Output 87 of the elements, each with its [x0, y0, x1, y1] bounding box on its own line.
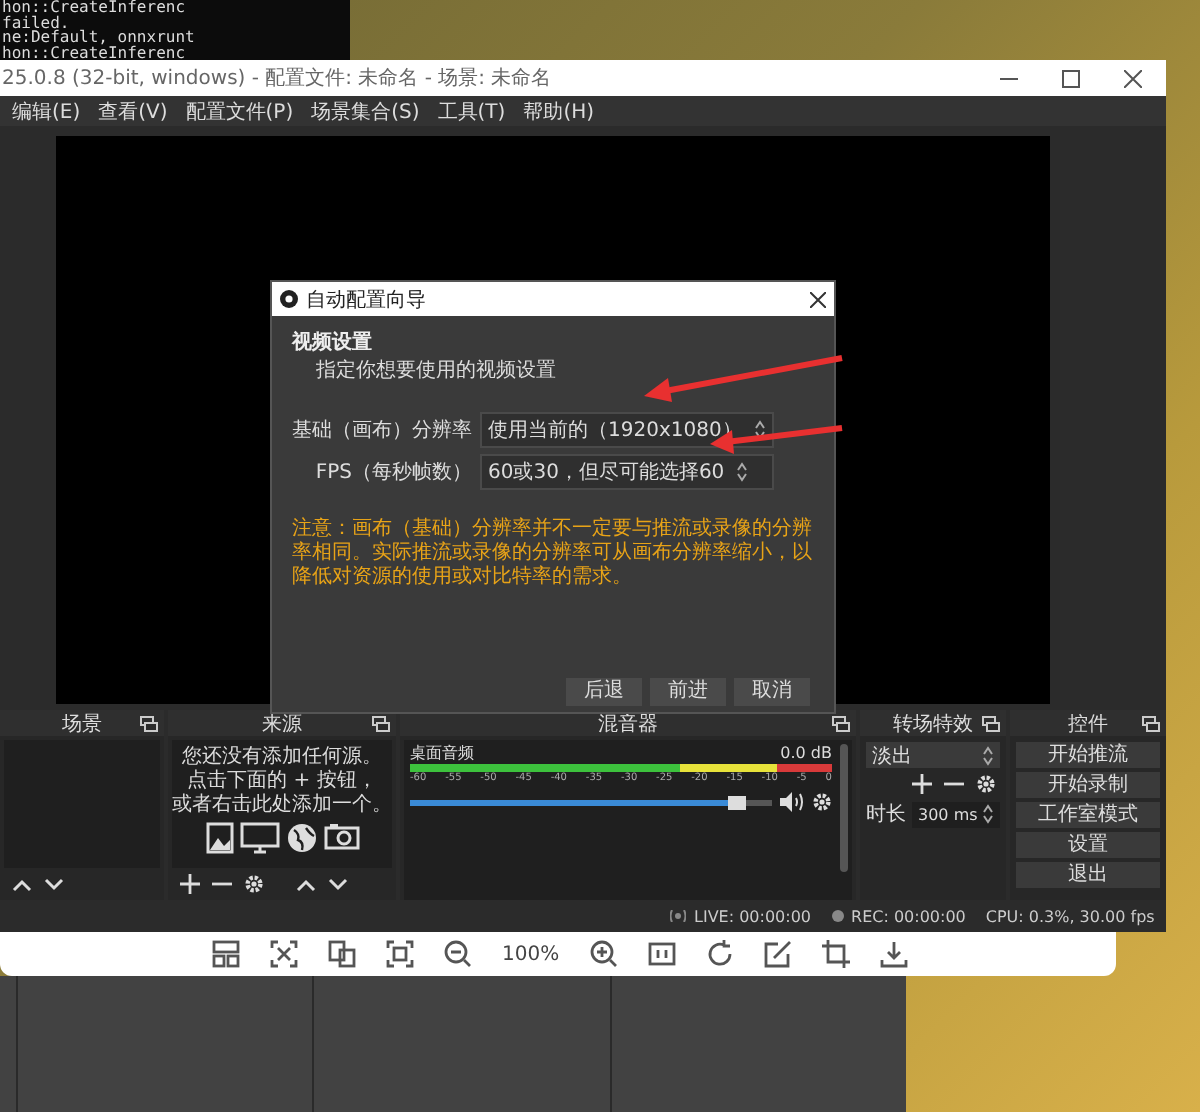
undock-icon[interactable]: [982, 716, 1000, 732]
empty-message-line: 您还没有添加任何源。: [182, 746, 382, 769]
source-list[interactable]: 您还没有添加任何源。 点击下面的 + 按钮， 或者右击此处添加一个。: [172, 740, 392, 868]
spin-arrows-icon[interactable]: [982, 804, 994, 824]
section-heading: 视频设置: [292, 329, 374, 356]
console-line: hon::CreateInferenc: [0, 45, 188, 60]
empty-message-line: 点击下面的 + 按钮，: [187, 770, 377, 793]
fit-screen-icon[interactable]: [270, 940, 298, 968]
dropdown-field[interactable]: 60或30，但尽可能选择60: [480, 454, 774, 490]
peak-reading: 0.0 dB: [780, 744, 832, 762]
undock-icon[interactable]: [832, 716, 850, 732]
close-icon[interactable]: [810, 291, 826, 307]
dock-title: 场景: [62, 711, 102, 737]
up-caret-icon[interactable]: [12, 877, 32, 891]
spin-arrows-icon[interactable]: [982, 745, 994, 765]
image-icon: [205, 822, 233, 854]
dock-title: 转场特效: [893, 711, 973, 737]
plus-icon[interactable]: [180, 874, 200, 894]
app-logo-icon: [280, 290, 298, 308]
transition-dropdown[interactable]: 淡出: [866, 742, 1000, 768]
field-label: 基础（画布）分辨率: [292, 417, 472, 444]
dialog-title: 自动配置向导: [306, 287, 428, 313]
plus-icon[interactable]: [912, 774, 932, 794]
rec-time: REC: 00:00:00: [851, 907, 966, 925]
spin-arrows-icon[interactable]: [736, 462, 749, 482]
control-button[interactable]: 设置: [1016, 832, 1160, 858]
zoom-in-icon[interactable]: [589, 940, 618, 968]
zoom-out-icon[interactable]: [444, 940, 472, 968]
menu-item[interactable]: 查看(V): [98, 97, 168, 125]
undock-icon[interactable]: [1142, 716, 1160, 732]
menu-item[interactable]: 场景集合(S): [311, 97, 420, 125]
monitor-icon: [239, 822, 279, 854]
settings-icon[interactable]: [976, 774, 996, 794]
live-time: LIVE: 00:00:00: [694, 907, 812, 925]
duration-field[interactable]: 300 ms: [912, 801, 1000, 827]
channel-name: 桌面音频: [410, 744, 474, 762]
window-title: 25.0.8 (32-bit, windows) - 配置文件: 未命名 - 场景: 未命名: [0, 65, 554, 92]
zoom-level: 100%: [502, 943, 560, 965]
undock-icon[interactable]: [372, 716, 390, 732]
spin-arrows-icon[interactable]: [753, 420, 766, 440]
rotate-icon[interactable]: [705, 940, 734, 968]
close-icon[interactable]: [1124, 69, 1142, 87]
dock-title: 来源: [262, 711, 302, 737]
empty-message-line: 或者右击此处添加一个。: [172, 794, 392, 818]
undock-icon[interactable]: [140, 716, 158, 732]
dialog-button[interactable]: 后退: [566, 678, 642, 706]
menu-item[interactable]: 帮助(H): [523, 97, 595, 125]
layout-icon[interactable]: [212, 940, 240, 968]
maximize-icon[interactable]: [1062, 69, 1080, 87]
cpu-fps: CPU: 0.3%, 30.00 fps: [985, 907, 1155, 925]
globe-icon: [285, 822, 317, 854]
settings-icon[interactable]: [244, 874, 264, 894]
warning-note: 注意：画布（基础）分辨率并不一定要与推流或录像的分辨率相同。实际推流或录像的分辨率可从画布分辨率缩小，以降低对资源的使用或对比特率的需求。: [292, 518, 814, 590]
control-button[interactable]: 退出: [1016, 862, 1160, 888]
speaker-icon[interactable]: [780, 792, 804, 812]
record-icon: [831, 910, 844, 922]
download-icon[interactable]: [879, 940, 908, 968]
broadcast-icon: [670, 910, 686, 922]
dock-title: 混音器: [598, 711, 658, 737]
console-line: failed.: [0, 15, 70, 30]
crop-icon[interactable]: [821, 940, 850, 968]
down-caret-icon[interactable]: [328, 877, 348, 891]
minus-icon[interactable]: [212, 882, 232, 886]
duration-label: 时长: [866, 801, 906, 828]
dialog-button[interactable]: 取消: [734, 678, 810, 706]
settings-icon[interactable]: [812, 792, 832, 812]
minus-icon[interactable]: [944, 782, 964, 786]
camera-icon: [323, 822, 359, 850]
control-button[interactable]: 工作室模式: [1016, 802, 1160, 828]
menu-item[interactable]: 编辑(E): [12, 97, 81, 125]
up-caret-icon[interactable]: [296, 877, 316, 891]
console-line: hon::CreateInferenc: [0, 0, 188, 15]
compare-icon[interactable]: [328, 940, 356, 968]
edit-icon[interactable]: [763, 940, 792, 968]
actual-size-icon[interactable]: [647, 940, 676, 968]
console-line: ne:Default, onnxrunt: [0, 30, 197, 45]
field-label: FPS（每秒帧数）: [313, 459, 472, 486]
down-caret-icon[interactable]: [44, 877, 64, 891]
menu-item[interactable]: 配置文件(P): [185, 97, 294, 125]
minimize-icon[interactable]: [1000, 77, 1018, 79]
menu-item[interactable]: 工具(T): [437, 97, 506, 125]
frame-icon[interactable]: [386, 940, 414, 968]
dock-title: 控件: [1068, 711, 1108, 737]
section-description: 指定你想要使用的视频设置: [316, 357, 556, 384]
dialog-button[interactable]: 前进: [650, 678, 726, 706]
control-button[interactable]: 开始推流: [1016, 742, 1160, 768]
control-button[interactable]: 开始录制: [1016, 772, 1160, 798]
